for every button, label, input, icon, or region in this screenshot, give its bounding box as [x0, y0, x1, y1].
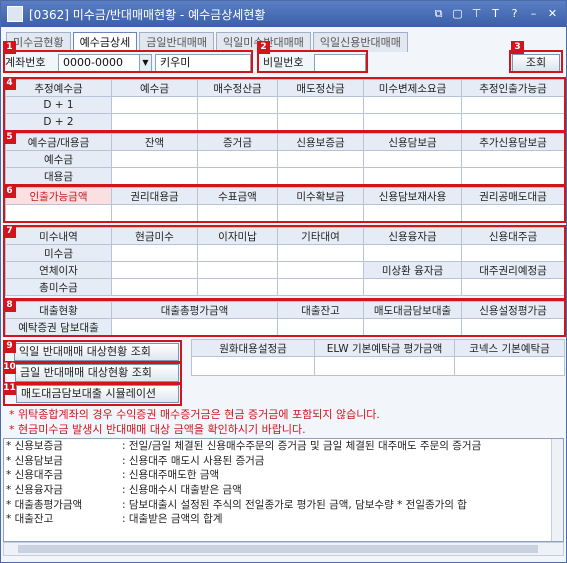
note-2: * 현금미수금 발생시 반대매매 대상 금액을 확인하시기 바랍니다. [9, 423, 306, 436]
badge-3: 3 [511, 41, 524, 54]
note-1: * 위탁종합계좌의 경우 수익증권 매수증거금은 현금 증거금에 포함되지 않습… [9, 408, 380, 421]
tab-today-reverse[interactable]: 금일반대매매 [139, 32, 214, 52]
app-icon [7, 6, 23, 22]
legend-vertical-scrollbar[interactable] [551, 439, 563, 541]
region-11-box [3, 382, 182, 406]
grid-right-deposits: 원화대용설정금 ELW 기본예탁금 평가금액 코넥스 기본예탁금 [191, 339, 565, 376]
gr-h1: ELW 기본예탁금 평가금액 [314, 339, 455, 357]
tab-bar: 미수금현황 예수금상세 금일반대매매 익일미수반대매매 익일신용반대매매 [6, 32, 410, 52]
legend-box: * 신용보증금: 전일/금일 체결된 신용매수주문의 증거금 및 금일 체결된 … [3, 438, 564, 542]
legend-horizontal-scrollbar[interactable] [3, 542, 564, 556]
pin-icon[interactable]: ⊤ [469, 6, 484, 21]
badge-8: 8 [3, 299, 16, 312]
badge-10: 10 [3, 361, 16, 374]
badge-5: 5 [3, 131, 16, 144]
main-window: [0362] 미수금/반대매매현황 - 예수금상세현황 ⧉ ▢ ⊤ T ? – … [0, 0, 567, 563]
legend-row: * 신용융자금: 신용매수시 대출받은 금액 [6, 484, 242, 497]
help-icon[interactable]: ? [507, 6, 522, 21]
minimize-icon[interactable]: – [526, 6, 541, 21]
region-8-box [3, 299, 566, 337]
badge-1: 1 [3, 41, 16, 54]
badge-2: 2 [257, 41, 270, 54]
badge-4: 4 [3, 77, 16, 90]
region-2-box [257, 50, 368, 73]
tab-next-day-credit[interactable]: 익일신용반대매매 [312, 32, 408, 52]
legend-row: * 신용보증금: 전일/금일 체결된 신용매수주문의 증거금 및 금일 체결된 … [6, 440, 482, 452]
legend-row: * 대출총평가금액: 담보대출시 설정된 주식의 전일종가로 평가된 금액, 담… [6, 498, 467, 511]
font-icon[interactable]: T [488, 6, 503, 21]
region-5-box [3, 131, 566, 186]
gr-h2: 코넥스 기본예탁금 [454, 339, 565, 357]
copy-icon[interactable]: ▢ [450, 6, 465, 21]
legend-row: * 대출잔고: 대출받은 금액의 합계 [6, 513, 223, 526]
badge-6: 6 [3, 185, 16, 198]
region-6-box [3, 185, 566, 223]
title-bar: [0362] 미수금/반대매매현황 - 예수금상세현황 ⧉ ▢ ⊤ T ? – … [1, 1, 566, 27]
badge-7: 7 [3, 225, 16, 238]
gr-h0: 원화대용설정금 [191, 339, 315, 357]
region-4-box [3, 77, 566, 132]
region-7-box [3, 225, 566, 300]
legend-row: * 신용담보금: 신용대주 매도시 사용된 증거금 [6, 454, 265, 467]
legend-row: * 신용대주금: 신용대주매도한 금액 [6, 469, 220, 482]
window-title: [0362] 미수금/반대매매현황 - 예수금상세현황 [29, 7, 266, 22]
tab-deposit-detail[interactable]: 예수금상세 [72, 32, 138, 52]
badge-9: 9 [3, 340, 16, 353]
badge-11: 11 [3, 382, 16, 395]
region-1-box [3, 50, 253, 73]
close-icon[interactable]: ✕ [545, 6, 560, 21]
link-icon[interactable]: ⧉ [431, 6, 446, 21]
scroll-thumb[interactable] [18, 545, 538, 553]
